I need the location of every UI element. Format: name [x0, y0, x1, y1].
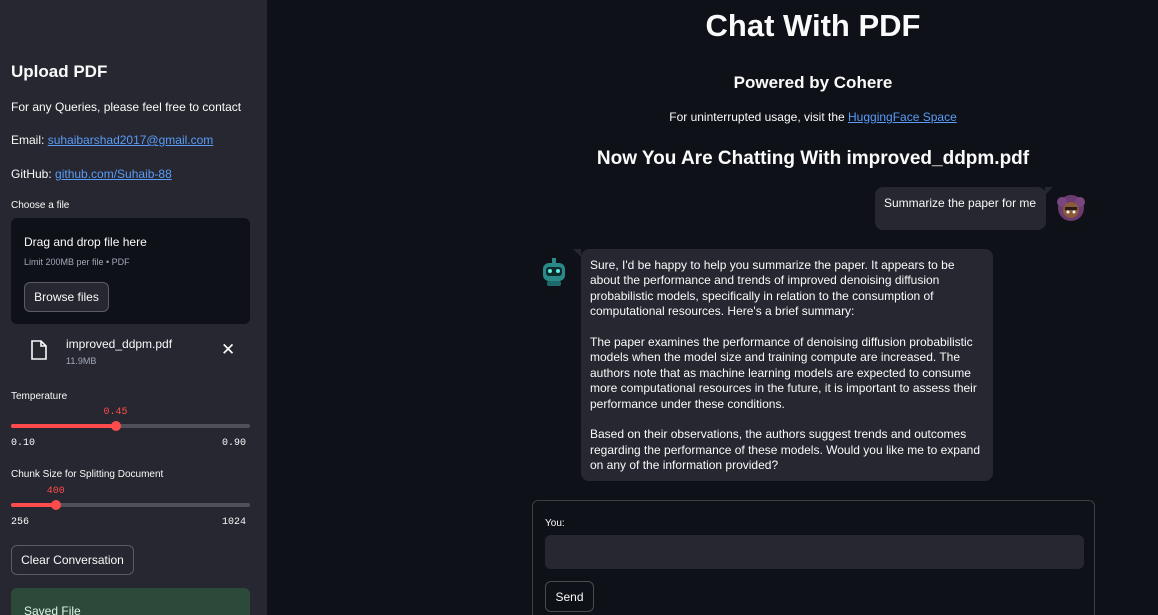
email-line: Email: suhaibarshad2017@gmail.com — [11, 133, 213, 147]
chunk-size-slider-fill — [11, 503, 56, 507]
user-avatar-icon — [1052, 190, 1090, 228]
page-subtitle: Powered by Cohere — [733, 73, 893, 92]
chatting-with-heading: Now You Are Chatting With improved_ddpm.… — [596, 148, 1030, 169]
file-dropzone[interactable]: Drag and drop file here Limit 200MB per … — [11, 218, 250, 324]
chunk-size-max: 1024 — [222, 517, 247, 528]
temperature-slider[interactable] — [11, 421, 250, 431]
temperature-slider-fill — [11, 424, 116, 428]
contact-text: For any Queries, please feel free to con… — [11, 100, 242, 114]
chunk-size-label: Chunk Size for Splitting Document — [11, 469, 164, 480]
temperature-label: Temperature — [11, 391, 68, 402]
bot-avatar — [535, 253, 573, 291]
chunk-size-value: 400 — [46, 486, 65, 497]
dropzone-limit: Limit 200MB per file • PDF — [24, 257, 130, 267]
browse-files-button[interactable]: Browse files — [24, 282, 109, 312]
chunk-size-min: 256 — [11, 517, 30, 528]
bot-message: Sure, I'd be happy to help you summarize… — [581, 249, 993, 481]
temperature-value: 0.45 — [103, 407, 128, 418]
usage-note-text: For uninterrupted usage, visit the — [669, 110, 848, 124]
github-label: GitHub: — [11, 167, 56, 181]
github-line: GitHub: github.com/Suhaib-88 — [11, 167, 172, 181]
file-size: 11.9MB — [66, 356, 97, 366]
file-uploader-label: Choose a file — [11, 200, 70, 211]
chat-form: You: Send — [532, 500, 1095, 615]
bot-message-tail — [573, 249, 581, 257]
you-input-label: You: — [545, 518, 565, 529]
email-label: Email: — [11, 133, 48, 147]
send-button[interactable]: Send — [545, 581, 594, 612]
page-title: Chat With PDF — [705, 8, 921, 43]
file-icon — [31, 340, 47, 360]
you-input[interactable] — [545, 535, 1084, 569]
usage-note: For uninterrupted usage, visit the Huggi… — [545, 110, 1081, 124]
uploaded-file: improved_ddpm.pdf 11.9MB ✕ — [11, 333, 250, 373]
temperature-slider-thumb[interactable] — [110, 421, 121, 431]
dropzone-title: Drag and drop file here — [24, 235, 147, 249]
chunk-size-slider[interactable] — [11, 500, 250, 510]
user-message: Summarize the paper for me — [875, 187, 1046, 230]
clear-conversation-button[interactable]: Clear Conversation — [11, 545, 134, 575]
saved-file-alert: Saved File — [11, 588, 250, 615]
user-avatar — [1052, 190, 1090, 228]
github-link[interactable]: github.com/Suhaib-88 — [55, 167, 172, 181]
email-link[interactable]: suhaibarshad2017@gmail.com — [48, 133, 214, 147]
saved-file-text: Saved File — [24, 604, 81, 615]
chunk-size-slider-thumb[interactable] — [50, 500, 61, 510]
huggingface-space-link[interactable]: HuggingFace Space — [848, 110, 957, 124]
temperature-min: 0.10 — [11, 438, 36, 449]
file-name: improved_ddpm.pdf — [66, 337, 173, 351]
close-icon[interactable]: ✕ — [221, 340, 235, 360]
sidebar: Upload PDF For any Queries, please feel … — [0, 0, 267, 615]
user-message-tail — [1045, 187, 1053, 195]
temperature-max: 0.90 — [222, 438, 247, 449]
sidebar-title: Upload PDF — [11, 62, 108, 81]
robot-icon — [535, 253, 573, 291]
